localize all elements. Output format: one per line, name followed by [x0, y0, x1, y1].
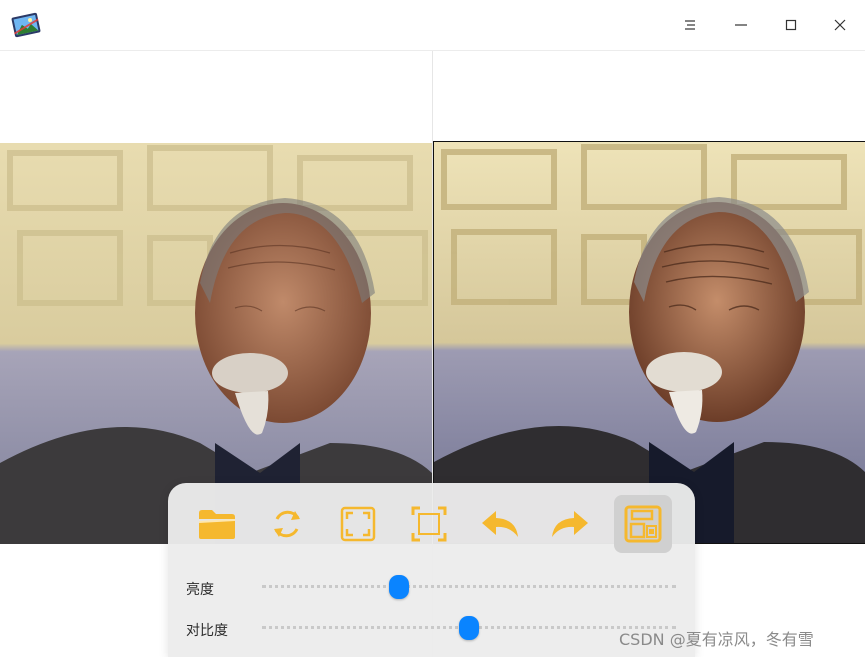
redo-button[interactable] — [541, 495, 599, 553]
menu-icon — [685, 20, 695, 30]
undo-icon — [482, 511, 518, 537]
rotate-button[interactable] — [258, 495, 316, 553]
crop-icon — [411, 506, 447, 542]
title-bar — [0, 0, 865, 51]
close-button[interactable] — [827, 12, 853, 38]
save-button[interactable] — [614, 495, 672, 553]
open-file-button[interactable] — [188, 495, 246, 553]
minimize-button[interactable] — [728, 12, 754, 38]
contrast-label: 对比度 — [186, 623, 228, 639]
redo-icon — [552, 511, 588, 537]
menu-button[interactable] — [677, 12, 703, 38]
maximize-icon — [785, 19, 797, 31]
app-window: 亮度 对比度 CSDN @夏有凉风，冬有雪 — [0, 0, 865, 657]
close-icon — [834, 19, 846, 31]
edit-toolbar: 亮度 对比度 — [168, 483, 695, 657]
brightness-label: 亮度 — [186, 582, 214, 598]
brightness-slider-thumb[interactable] — [388, 575, 409, 599]
watermark-text: CSDN @夏有凉风，冬有雪 — [619, 630, 814, 649]
maximize-button[interactable] — [778, 12, 804, 38]
crop-button[interactable] — [400, 495, 458, 553]
contrast-slider-thumb[interactable] — [459, 616, 479, 640]
fit-window-icon — [340, 506, 376, 542]
brightness-slider-track[interactable] — [262, 585, 676, 588]
minimize-icon — [735, 24, 747, 26]
rotate-icon — [274, 510, 300, 538]
photo-editor-logo-icon — [10, 10, 42, 40]
open-folder-icon — [199, 510, 235, 539]
fit-window-button[interactable] — [329, 495, 387, 553]
save-icon — [624, 505, 662, 543]
undo-button[interactable] — [471, 495, 529, 553]
